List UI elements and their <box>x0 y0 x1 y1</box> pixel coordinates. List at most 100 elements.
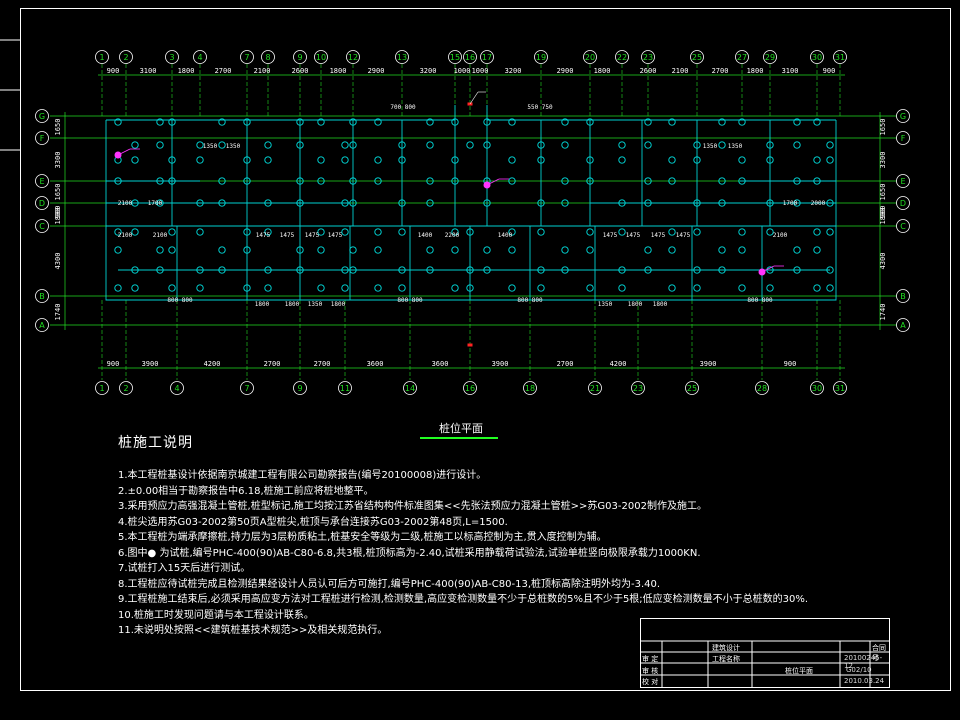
pile <box>738 228 746 236</box>
top-dim-label: 900 <box>823 67 836 75</box>
top-dim-label: 2900 <box>368 67 385 75</box>
right-dim-label: 1800 <box>879 208 887 225</box>
pile <box>218 246 226 254</box>
inner-dim-label: 1350 <box>308 301 323 308</box>
axis-bubble-label: 9 <box>297 384 302 393</box>
axis-bubble-label: F <box>40 134 45 143</box>
pile <box>341 141 349 149</box>
pile <box>426 141 434 149</box>
axis-bubble-label: E <box>900 177 905 186</box>
top-dim-label: 2900 <box>557 67 574 75</box>
pile <box>561 246 569 254</box>
pile <box>218 141 226 149</box>
axis-bubble-label: G <box>39 112 45 121</box>
top-dim-label: 1800 <box>594 67 611 75</box>
pile <box>131 284 139 292</box>
bottom-dim-label: 3600 <box>367 360 384 368</box>
top-axis-bubble: 8 <box>261 50 275 64</box>
pile <box>131 156 139 164</box>
right-dim-label: 3300 <box>879 152 887 169</box>
axis-bubble-label: A <box>39 321 45 330</box>
top-axis-bubble: 13 <box>395 50 409 64</box>
inner-dim-label: 2200 <box>445 232 460 239</box>
bottom-dim-label: 3900 <box>142 360 159 368</box>
axis-bubble-label: 10 <box>316 53 326 62</box>
left-row-bubble: E <box>35 174 49 188</box>
inner-dim-label: 2000 <box>811 200 826 207</box>
axis-bubble-label: 15 <box>450 53 460 62</box>
pile <box>561 141 569 149</box>
bottom-axis-bubble: 7 <box>240 381 254 395</box>
inner-dim-label: 1475 <box>626 232 641 239</box>
pile <box>668 228 676 236</box>
axis-bubble-label: 9 <box>297 53 302 62</box>
note-item: 8.工程桩应待试桩完成且检测结果经设计人员认可后方可施打,编号PHC-400(9… <box>118 578 661 590</box>
left-row-bubble: A <box>35 318 49 332</box>
pile <box>813 284 821 292</box>
pile <box>466 141 474 149</box>
pile <box>131 228 139 236</box>
top-axis-bubble: 17 <box>480 50 494 64</box>
top-dim-label: 1000 <box>454 67 471 75</box>
inner-dim-label: 1400 <box>498 232 513 239</box>
axis-bubble-label: 4 <box>197 53 202 62</box>
axis-bubble-label: 31 <box>835 53 845 62</box>
pile <box>586 228 594 236</box>
axis-bubble-label: 16 <box>465 53 475 62</box>
inner-dim-label: 1475 <box>651 232 666 239</box>
pile <box>693 284 701 292</box>
top-dim-label: 2600 <box>292 67 309 75</box>
top-dim-label: 1000 <box>472 67 489 75</box>
pile <box>508 156 516 164</box>
axis-bubble-label: 12 <box>348 53 358 62</box>
inner-dim-label: 1475 <box>305 232 320 239</box>
pile <box>196 156 204 164</box>
pile <box>131 141 139 149</box>
top-axis-bubble: 9 <box>293 50 307 64</box>
pile <box>168 284 176 292</box>
pile <box>483 246 491 254</box>
pile <box>668 284 676 292</box>
pile <box>264 141 272 149</box>
axis-bubble-label: B <box>900 292 906 301</box>
top-dim-label: 3200 <box>505 67 522 75</box>
right-row-bubble: A <box>896 318 910 332</box>
axis-bubble-label: 18 <box>525 384 535 393</box>
right-row-bubble: G <box>896 109 910 123</box>
axis-bubble-label: G <box>900 112 906 121</box>
right-dim-label: 1740 <box>879 304 887 321</box>
inner-dim-label: 2100 <box>118 200 133 207</box>
pile <box>537 284 545 292</box>
top-dim-label: 2700 <box>215 67 232 75</box>
pile <box>738 246 746 254</box>
pile <box>718 246 726 254</box>
inner-dim-label: 1475 <box>256 232 271 239</box>
section-mark <box>467 343 473 347</box>
axis-bubble-label: 30 <box>812 384 822 393</box>
pile <box>826 141 834 149</box>
top-axis-bubble: 1 <box>95 50 109 64</box>
inner-dim-label: 1400 <box>418 232 433 239</box>
axis-bubble-label: F <box>901 134 906 143</box>
top-dim-label: 2600 <box>640 67 657 75</box>
pile <box>398 228 406 236</box>
inner-dim-label: 2100 <box>773 232 788 239</box>
top-axis-bubble: 27 <box>735 50 749 64</box>
top-dim-label: 1800 <box>178 67 195 75</box>
bottom-axis-bubble: 30 <box>810 381 824 395</box>
pile <box>718 141 726 149</box>
axis-bubble-label: 23 <box>643 53 653 62</box>
right-dim-label: 1650 <box>879 184 887 201</box>
inner-dim-label: 1700 <box>783 200 798 207</box>
right-row-bubble: D <box>896 196 910 210</box>
left-dim-label: 1800 <box>54 208 62 225</box>
right-row-bubble: E <box>896 174 910 188</box>
axis-bubble-label: 16 <box>465 384 475 393</box>
inner-dim-label: 1350 <box>728 143 743 150</box>
top-dim-label: 1800 <box>330 67 347 75</box>
axis-bubble-label: 22 <box>617 53 627 62</box>
pile <box>426 246 434 254</box>
bottom-axis-bubble: 31 <box>833 381 847 395</box>
pile <box>508 284 516 292</box>
note-item: 1.本工程桩基设计依据南京城建工程有限公司勘察报告(编号20100008)进行设… <box>118 470 487 481</box>
